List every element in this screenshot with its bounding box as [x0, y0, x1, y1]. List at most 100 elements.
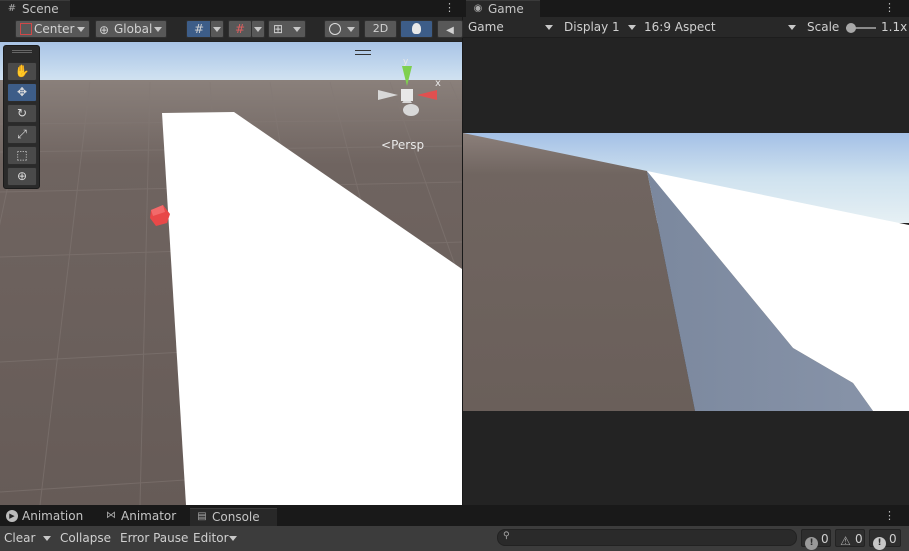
- move-tool-button[interactable]: ✥: [7, 83, 37, 102]
- scale-slider[interactable]: [846, 23, 876, 33]
- editor-dropdown[interactable]: Editor: [193, 528, 239, 548]
- scene-menu-kebab[interactable]: ⋮: [444, 0, 455, 17]
- game-render: [463, 133, 909, 411]
- overlay-menu-icon[interactable]: [355, 50, 371, 55]
- rect-tool-button[interactable]: ⬚: [7, 146, 37, 165]
- scale-label: Scale: [807, 20, 840, 34]
- tab-animator-label: Animator: [121, 509, 177, 523]
- search-icon: ⚲: [503, 531, 510, 541]
- space-dropdown[interactable]: ⊕ Global: [95, 20, 167, 38]
- scale-value: 1.1x: [881, 20, 908, 34]
- lightbulb-icon: [412, 23, 421, 34]
- info-icon: !: [805, 537, 818, 550]
- gizmo-z-axis[interactable]: [403, 104, 419, 116]
- pivot-dropdown[interactable]: Center: [15, 20, 90, 38]
- chevron-down-icon: [213, 27, 221, 32]
- tab-game[interactable]: ◉ Game: [466, 0, 540, 17]
- game-menu-kebab[interactable]: ⋮: [884, 0, 895, 17]
- lighting-toggle[interactable]: [400, 20, 433, 38]
- error-icon: !: [873, 537, 886, 550]
- tab-game-label: Game: [488, 2, 524, 16]
- scene-toolbar: Center ⊕ Global # # ⊞ 2D ◀: [0, 17, 463, 42]
- log-count-toggle[interactable]: ! 0: [801, 529, 831, 550]
- error-pause-button[interactable]: Error Pause: [120, 528, 188, 548]
- chevron-down-icon: [545, 25, 553, 30]
- console-toolbar: Clear Collapse Error Pause Editor ⚲ ! 0 ⚠…: [0, 526, 909, 551]
- animator-icon: ⋈: [106, 510, 116, 521]
- gizmo-y-axis[interactable]: [402, 66, 412, 86]
- game-view-dropdown[interactable]: Game: [468, 17, 553, 37]
- rotate-icon: ↻: [16, 106, 28, 120]
- increment-snap-icon: #: [234, 22, 246, 36]
- tab-scene[interactable]: # Scene: [0, 0, 70, 17]
- game-tab-bar: ◉ Game ⋮: [463, 0, 909, 17]
- rect-transform-icon: ⬚: [16, 148, 28, 162]
- game-toolbar: Game Display 1 16:9 Aspect Scale 1.1x: [463, 17, 909, 38]
- chevron-down-icon: [43, 536, 51, 541]
- grid-snap-toggle[interactable]: #: [186, 20, 212, 38]
- tab-scene-label: Scene: [22, 2, 59, 16]
- gizmo-neg-x-axis[interactable]: [378, 90, 398, 100]
- 2d-mode-toggle[interactable]: 2D: [364, 20, 397, 38]
- clear-button[interactable]: Clear: [4, 528, 35, 548]
- console-search-input[interactable]: ⚲: [497, 529, 797, 546]
- play-circle-icon: ▶: [6, 510, 18, 522]
- speaker-icon: ◀: [446, 25, 454, 36]
- error-count-toggle[interactable]: ! 0: [869, 529, 901, 550]
- 2d-mode-label: 2D: [372, 22, 389, 35]
- scene-viewport[interactable]: ✋ ✥ ↻ ⤢ ⬚ ⊕ x y <Persp: [0, 42, 462, 505]
- tab-console-label: Console: [212, 510, 260, 524]
- rotate-tool-button[interactable]: ↻: [7, 104, 37, 123]
- transform-tool-button[interactable]: ⊕: [7, 167, 37, 186]
- game-view-area: [463, 38, 909, 505]
- projection-label[interactable]: <Persp: [381, 138, 424, 152]
- console-menu-kebab[interactable]: ⋮: [884, 508, 895, 525]
- space-label: Global: [114, 22, 153, 36]
- grid-snap-dropdown[interactable]: [210, 20, 224, 38]
- transform-icon: ⊕: [16, 169, 28, 183]
- grid-icon: #: [7, 3, 17, 14]
- error-count: 0: [889, 532, 897, 546]
- orientation-gizmo[interactable]: x y: [375, 56, 445, 126]
- chevron-down-icon: [154, 27, 162, 32]
- game-viewport[interactable]: [463, 133, 909, 411]
- hand-tool-button[interactable]: ✋: [7, 62, 37, 81]
- tool-palette-grip[interactable]: [12, 50, 32, 53]
- gizmo-y-label: y: [403, 57, 409, 67]
- scale-slider-thumb[interactable]: [846, 23, 856, 33]
- chevron-down-icon: [347, 27, 355, 32]
- gizmo-x-axis[interactable]: [417, 90, 437, 100]
- chevron-down-icon: [293, 27, 301, 32]
- gamepad-icon: ◉: [473, 3, 483, 14]
- grid-snap-icon: #: [193, 22, 205, 36]
- warning-icon: ⚠: [840, 534, 851, 548]
- chevron-down-icon: [628, 25, 636, 30]
- warning-count-toggle[interactable]: ⚠ 0: [835, 529, 865, 548]
- grid-lines-icon: ⊞: [273, 22, 284, 36]
- hand-icon: ✋: [14, 64, 30, 78]
- aspect-dropdown[interactable]: 16:9 Aspect: [644, 17, 796, 37]
- game-view-label: Game: [468, 20, 504, 34]
- audio-toggle[interactable]: ◀: [437, 20, 463, 38]
- console-icon: ▤: [197, 511, 207, 522]
- tab-animation[interactable]: ▶ Animation: [0, 508, 94, 525]
- tab-animator[interactable]: ⋈ Animator: [99, 508, 183, 525]
- pivot-center-icon: [20, 23, 32, 35]
- display-dropdown[interactable]: Display 1: [564, 17, 636, 37]
- chevron-down-icon: [254, 27, 262, 32]
- clear-options-dropdown[interactable]: [40, 528, 54, 548]
- aspect-label: 16:9 Aspect: [644, 20, 716, 34]
- tab-console[interactable]: ▤ Console: [190, 508, 277, 526]
- scale-icon: ⤢: [17, 127, 27, 141]
- log-count: 0: [821, 532, 829, 546]
- warning-count: 0: [855, 532, 863, 546]
- scale-tool-button[interactable]: ⤢: [7, 125, 37, 144]
- chevron-down-icon: [77, 27, 85, 32]
- draw-mode-dropdown[interactable]: [324, 20, 360, 38]
- increment-snap-toggle[interactable]: #: [228, 20, 252, 38]
- chevron-down-icon: [229, 536, 237, 541]
- gizmo-center-cube[interactable]: [401, 89, 413, 101]
- collapse-button[interactable]: Collapse: [60, 528, 111, 548]
- increment-snap-dropdown[interactable]: [251, 20, 265, 38]
- grid-visibility-dropdown[interactable]: ⊞: [268, 20, 306, 38]
